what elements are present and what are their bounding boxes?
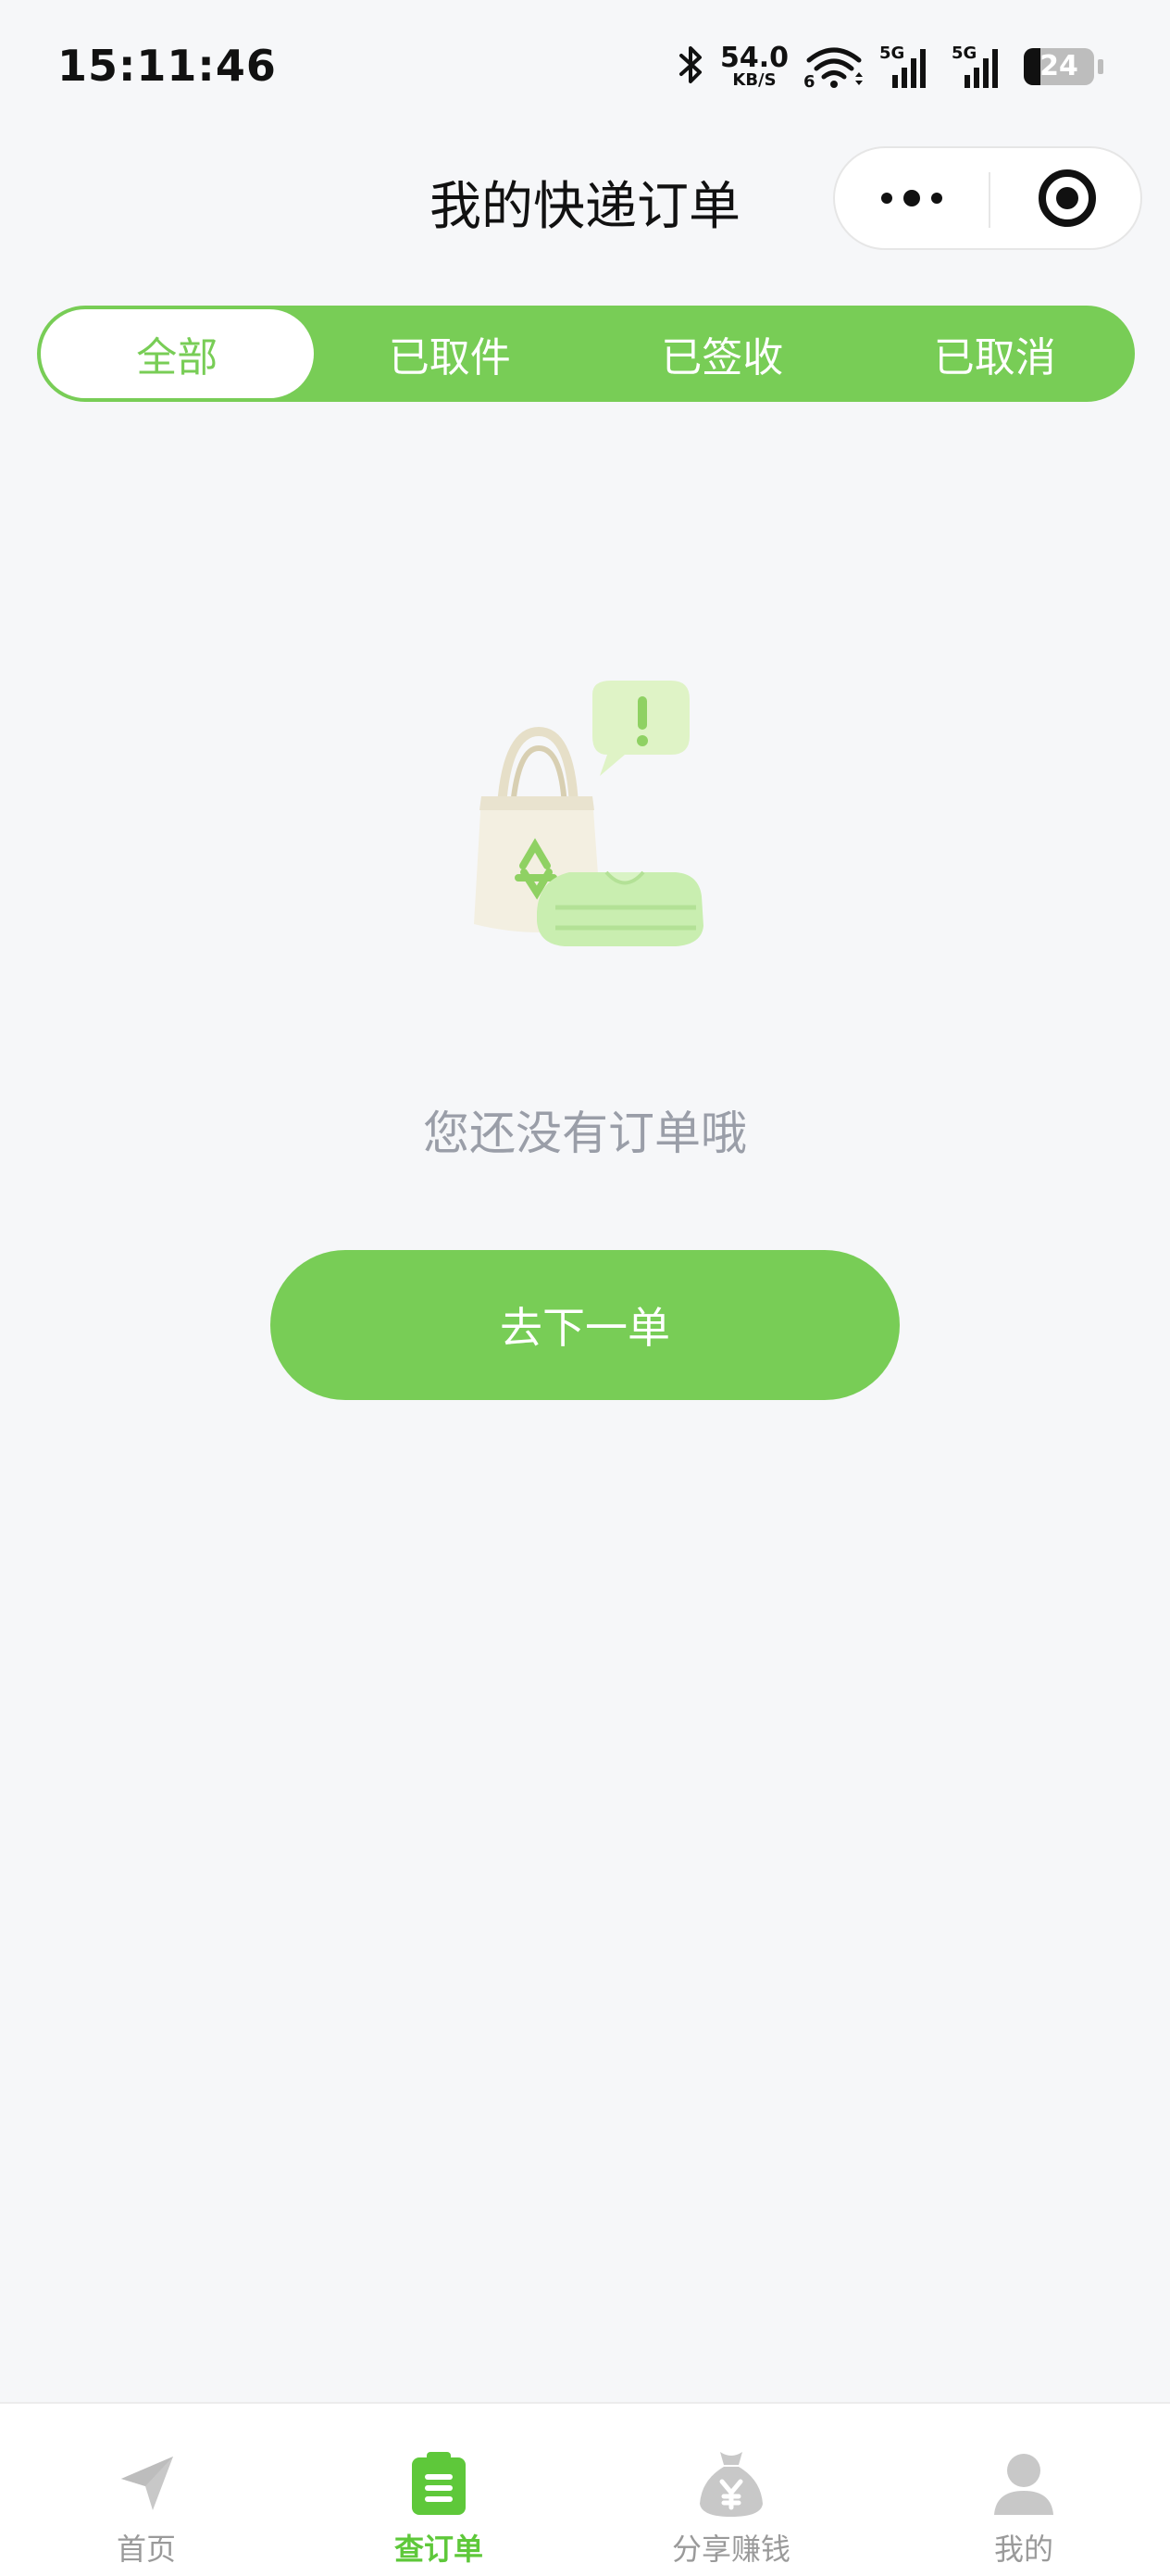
tabbar-label-orders: 查订单 — [393, 2532, 483, 2567]
close-button[interactable] — [990, 148, 1144, 248]
wifi-label: 6 — [803, 72, 815, 92]
money-bag-icon — [694, 2446, 768, 2520]
tabbar-label-share: 分享赚钱 — [671, 2532, 790, 2567]
paper-plane-icon — [109, 2446, 183, 2520]
tabbar-item-share[interactable]: 分享赚钱 — [585, 2404, 878, 2576]
tab-signed[interactable]: 已签收 — [586, 309, 859, 398]
more-dots-icon — [881, 193, 892, 204]
signal-icon-sim2: 5G — [952, 44, 1009, 90]
more-button[interactable] — [835, 148, 989, 248]
tab-picked-up[interactable]: 已取件 — [314, 309, 587, 398]
mini-program-capsule — [833, 146, 1142, 250]
target-close-icon — [1039, 169, 1096, 227]
place-order-button[interactable]: 去下一单 — [270, 1250, 900, 1400]
tabbar-item-orders[interactable]: 查订单 — [292, 2404, 585, 2576]
bottom-tab-bar: 首页 查订单 分享赚钱 我的 — [0, 2402, 1170, 2576]
person-icon — [987, 2446, 1061, 2520]
empty-state-message: 您还没有订单哦 — [423, 1107, 747, 1160]
status-icons: 54.0 KB/S 6 5G 5G 24 — [678, 41, 1103, 93]
clipboard-icon — [402, 2446, 476, 2520]
status-bar: 15:11:46 54.0 KB/S 6 5G 5G 24 — [0, 0, 1170, 139]
bluetooth-icon — [678, 43, 705, 91]
tab-cancelled[interactable]: 已取消 — [859, 309, 1132, 398]
empty-state-illustration — [454, 676, 731, 972]
tabbar-label-home: 首页 — [116, 2532, 176, 2567]
tabbar-item-mine[interactable]: 我的 — [878, 2404, 1170, 2576]
wifi-icon: 6 — [803, 44, 865, 92]
tabbar-item-home[interactable]: 首页 — [0, 2404, 292, 2576]
tab-all[interactable]: 全部 — [41, 309, 314, 398]
status-time: 15:11:46 — [57, 41, 277, 91]
battery-tip — [1098, 59, 1103, 74]
net-speed: 54.0 KB/S — [719, 42, 789, 90]
order-status-tabs: 全部 已取件 已签收 已取消 — [37, 306, 1135, 402]
battery-icon: 24 — [1024, 48, 1094, 85]
tabbar-label-mine: 我的 — [993, 2532, 1053, 2567]
signal-icon-sim1: 5G — [879, 44, 937, 90]
